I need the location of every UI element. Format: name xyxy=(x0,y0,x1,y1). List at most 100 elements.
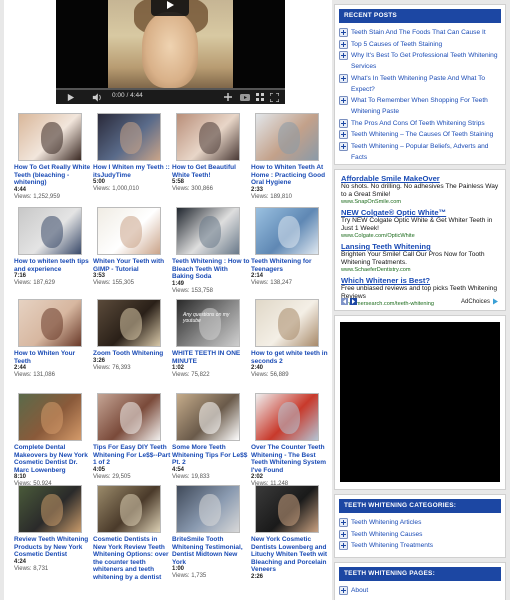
video-player[interactable]: 0:00 / 4:44 xyxy=(56,0,285,104)
video-title-link[interactable]: Complete Dental Makeovers by New York Co… xyxy=(14,444,92,474)
video-thumbnail[interactable] xyxy=(255,485,319,533)
video-thumbnail[interactable] xyxy=(18,393,82,441)
video-title-link[interactable]: How to Get Beautiful White Teeth! xyxy=(172,164,250,179)
video-thumbnail[interactable] xyxy=(18,299,82,347)
add-to-button[interactable] xyxy=(224,91,232,103)
recent-post-link[interactable]: What's In Teeth Whitening Paste And What… xyxy=(339,73,501,95)
ad-title-link[interactable]: Lansing Teeth Whitening xyxy=(341,242,499,251)
video-thumbnail[interactable] xyxy=(255,393,319,441)
video-item[interactable]: How to Whiten Your Teeth 2:44 Views: 131,0… xyxy=(14,299,92,379)
ad-url[interactable]: www.SchaeferDentistry.com xyxy=(341,267,499,274)
video-title-link[interactable]: Over The Counter Teeth Whitening - The B… xyxy=(251,444,329,474)
video-thumbnail[interactable] xyxy=(176,393,240,441)
ad-title-link[interactable]: Which Whitener is Best? xyxy=(341,276,499,285)
video-title-link[interactable]: How I Whiten my Teeth :: itsJudyTime xyxy=(93,164,171,179)
thumbnail-subject xyxy=(278,402,300,434)
video-item[interactable]: Over The Counter Teeth Whitening - The B… xyxy=(251,393,329,488)
recent-post-link[interactable]: Why It's Best To Get Professional Teeth … xyxy=(339,50,501,72)
category-link[interactable]: Teeth Whitening Articles xyxy=(339,517,501,528)
video-item[interactable]: How to Get Beautiful White Teeth! 5:58 Vie… xyxy=(172,113,250,193)
ad-next-button[interactable] xyxy=(350,298,357,305)
video-item[interactable]: How to Whiten Teeth At Home : Practicing… xyxy=(251,113,329,201)
big-play-button[interactable] xyxy=(151,0,189,16)
category-link[interactable]: Teeth Whitening Causes xyxy=(339,529,501,540)
adchoices-link[interactable]: AdChoices xyxy=(461,298,499,305)
video-thumbnail[interactable] xyxy=(255,113,319,161)
video-thumbnail[interactable] xyxy=(176,207,240,255)
video-thumbnail[interactable] xyxy=(18,207,82,255)
video-item[interactable]: Whiten Your Teeth with GIMP - Tutorial 3:… xyxy=(93,207,171,287)
video-title-link[interactable]: WHITE TEETH IN ONE MINUTE xyxy=(172,350,250,365)
video-thumbnail[interactable] xyxy=(97,113,161,161)
recent-post-link[interactable]: Teeth Stain And The Foods That Can Cause… xyxy=(339,27,501,38)
video-item[interactable]: How to whiten teeth tips and experience 7… xyxy=(14,207,92,287)
ad-title-link[interactable]: NEW Colgate® Optic White™ xyxy=(341,208,499,217)
video-thumbnail[interactable]: Any questions on my youtube xyxy=(176,299,240,347)
video-title-link[interactable]: Whiten Your Teeth with GIMP - Tutorial xyxy=(93,258,171,273)
video-title-link[interactable]: New York Cosmetic Dentists Lowenberg and… xyxy=(251,536,329,574)
recent-post-link[interactable]: What To Remember When Shopping For Teeth… xyxy=(339,95,501,117)
video-thumbnail[interactable] xyxy=(97,207,161,255)
video-thumbnail[interactable] xyxy=(176,485,240,533)
video-thumbnail[interactable] xyxy=(18,113,82,161)
video-item[interactable]: New York Cosmetic Dentists Lowenberg and… xyxy=(251,485,329,581)
thumbnail-subject xyxy=(120,122,142,154)
fullscreen-button[interactable] xyxy=(270,91,279,103)
list-bullet-icon xyxy=(339,541,348,550)
recent-post-link[interactable]: Top 5 Causes of Teeth Staining xyxy=(339,39,501,50)
video-duration: 2:44 xyxy=(14,365,27,372)
video-item[interactable]: How to get white teeth in seconds 2 2:40 V… xyxy=(251,299,329,379)
video-thumbnail[interactable] xyxy=(97,393,161,441)
video-item[interactable]: Tips For Easy DIY Teeth Whitening For Le… xyxy=(93,393,171,481)
video-item[interactable]: How To Get Really White Teeth (bleaching… xyxy=(14,113,92,201)
volume-button[interactable] xyxy=(92,91,102,103)
video-item[interactable]: Review Teeth Whitening Products by New Y… xyxy=(14,485,92,573)
youtube-logo-button[interactable] xyxy=(240,91,250,103)
video-thumbnail[interactable] xyxy=(255,299,319,347)
video-duration: 1:49 xyxy=(172,280,185,287)
video-thumbnail[interactable] xyxy=(97,485,161,533)
video-title-link[interactable]: Zoom Tooth Whitening xyxy=(93,350,171,358)
settings-button[interactable] xyxy=(256,91,264,103)
video-title-link[interactable]: How to get white teeth in seconds 2 xyxy=(251,350,329,365)
play-button[interactable] xyxy=(66,91,75,103)
video-title-link[interactable]: Teeth Whitening for Teenagers xyxy=(251,258,329,273)
category-label: Teeth Whitening Articles xyxy=(351,519,422,526)
video-item[interactable]: How I Whiten my Teeth :: itsJudyTime 5:00… xyxy=(93,113,171,193)
recent-post-link[interactable]: The Pros And Cons Of Teeth Whitening Str… xyxy=(339,118,501,129)
video-item[interactable]: Zoom Tooth Whitening 3:26 Views: 76,393 xyxy=(93,299,171,372)
video-title-link[interactable]: Review Teeth Whitening Products by New Y… xyxy=(14,536,92,559)
video-title-link[interactable]: Tips For Easy DIY Teeth Whitening For Le… xyxy=(93,444,171,467)
video-thumbnail[interactable] xyxy=(176,113,240,161)
video-duration: 1:02 xyxy=(172,365,185,372)
ad-url[interactable]: www.SnapOnSmile.com xyxy=(341,199,499,206)
video-item[interactable]: Cosmetic Dentists in New York Review Tee… xyxy=(93,485,171,582)
video-title-link[interactable]: How To Get Really White Teeth (bleaching… xyxy=(14,164,92,187)
video-item[interactable]: Teeth Whitening : How to Bleach Teeth Wi… xyxy=(172,207,250,295)
recent-post-link[interactable]: Teeth Whitening – The Causes Of Teeth St… xyxy=(339,129,501,140)
category-link[interactable]: Teeth Whitening Treatments xyxy=(339,540,501,551)
video-item[interactable]: Teeth Whitening for Teenagers 2:14 Views: … xyxy=(251,207,329,287)
ad-url[interactable]: www.Colgate.com/OpticWhite xyxy=(341,233,499,240)
video-thumbnail[interactable] xyxy=(255,207,319,255)
video-title-link[interactable]: How to whiten teeth tips and experience xyxy=(14,258,92,273)
video-thumbnail[interactable] xyxy=(18,485,82,533)
video-item[interactable]: Some More Teeth Whitening Tips For Le$$ … xyxy=(172,393,250,481)
recent-post-link[interactable]: Teeth Whitening – Popular Beliefs, Adver… xyxy=(339,141,501,163)
video-title-link[interactable]: How to Whiten Your Teeth xyxy=(14,350,92,365)
ad-title-link[interactable]: Affordable Smile MakeOver xyxy=(341,174,499,183)
video-title-link[interactable]: Some More Teeth Whitening Tips For Le$$ … xyxy=(172,444,250,467)
ad-prev-button[interactable] xyxy=(341,298,348,305)
video-title-link[interactable]: BriteSmile Tooth Whitening Testimonial, … xyxy=(172,536,250,566)
video-item[interactable]: Any questions on my youtube WHITE TEETH I… xyxy=(172,299,250,379)
video-frame[interactable] xyxy=(56,0,285,90)
video-title-link[interactable]: How to Whiten Teeth At Home : Practicing… xyxy=(251,164,329,187)
video-title-link[interactable]: Cosmetic Dentists in New York Review Tee… xyxy=(93,536,171,582)
video-title-link[interactable]: Teeth Whitening : How to Bleach Teeth Wi… xyxy=(172,258,250,281)
recent-post-label: Why It's Best To Get Professional Teeth … xyxy=(351,52,498,70)
display-ad-banner[interactable] xyxy=(340,322,500,482)
video-item[interactable]: Complete Dental Makeovers by New York Co… xyxy=(14,393,92,488)
video-item[interactable]: BriteSmile Tooth Whitening Testimonial, … xyxy=(172,485,250,580)
video-thumbnail[interactable] xyxy=(97,299,161,347)
page-link[interactable]: About xyxy=(339,585,501,596)
